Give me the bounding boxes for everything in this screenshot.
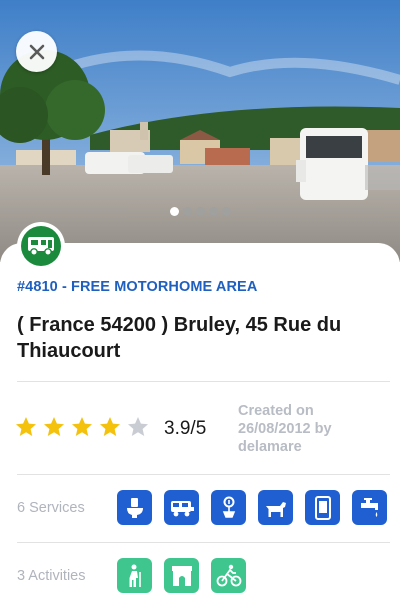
service-toilet[interactable] xyxy=(117,490,152,525)
service-water-tap[interactable] xyxy=(352,490,387,525)
carousel-dot[interactable] xyxy=(182,207,192,216)
motorhome-icon xyxy=(28,237,54,256)
carousel-dots xyxy=(0,207,400,216)
activity-monument[interactable] xyxy=(164,558,199,593)
water-drain-icon xyxy=(222,496,235,518)
toilet-icon xyxy=(126,497,143,518)
star-empty-icon xyxy=(128,417,148,436)
divider xyxy=(17,381,390,382)
star-filled-icon xyxy=(44,417,64,436)
motorhome-service-icon xyxy=(170,500,194,516)
rating-score: 3.9/5 xyxy=(164,418,207,439)
carousel-dot[interactable] xyxy=(221,207,231,216)
carousel-dot[interactable] xyxy=(195,207,205,216)
service-motorhome[interactable] xyxy=(164,490,199,525)
activity-hiking[interactable] xyxy=(117,558,152,593)
activities-list xyxy=(117,558,246,593)
star-filled-icon xyxy=(16,417,36,436)
service-water-drain[interactable] xyxy=(211,490,246,525)
water-tap-icon xyxy=(360,497,378,517)
area-photo[interactable] xyxy=(0,0,400,262)
area-reference: #4810 - FREE MOTORHOME AREA xyxy=(17,279,258,295)
star-rating[interactable] xyxy=(14,415,150,439)
carousel-dot[interactable] xyxy=(208,207,218,216)
activity-cycling[interactable] xyxy=(211,558,246,593)
area-type-badge xyxy=(17,222,65,270)
created-info: Created on 26/08/2012 by delamare xyxy=(238,403,332,455)
star-filled-icon xyxy=(72,417,92,436)
close-icon xyxy=(29,44,44,59)
close-button[interactable] xyxy=(16,31,57,72)
hiking-icon xyxy=(129,564,141,587)
cycling-icon xyxy=(216,564,241,586)
service-pets[interactable] xyxy=(258,490,293,525)
area-address: ( France 54200 ) Bruley, 45 Rue du Thiau… xyxy=(17,314,342,362)
divider xyxy=(17,542,390,543)
star-filled-icon xyxy=(100,417,120,436)
services-list xyxy=(117,490,387,525)
fridge-icon xyxy=(314,495,331,520)
activities-label: 3 Activities xyxy=(17,568,86,584)
carousel-dot[interactable] xyxy=(169,207,179,216)
service-fridge[interactable] xyxy=(305,490,340,525)
divider xyxy=(17,474,390,475)
dog-icon xyxy=(265,501,286,517)
services-label: 6 Services xyxy=(17,500,85,516)
village-square-photo xyxy=(0,0,400,262)
monument-icon xyxy=(171,565,192,586)
